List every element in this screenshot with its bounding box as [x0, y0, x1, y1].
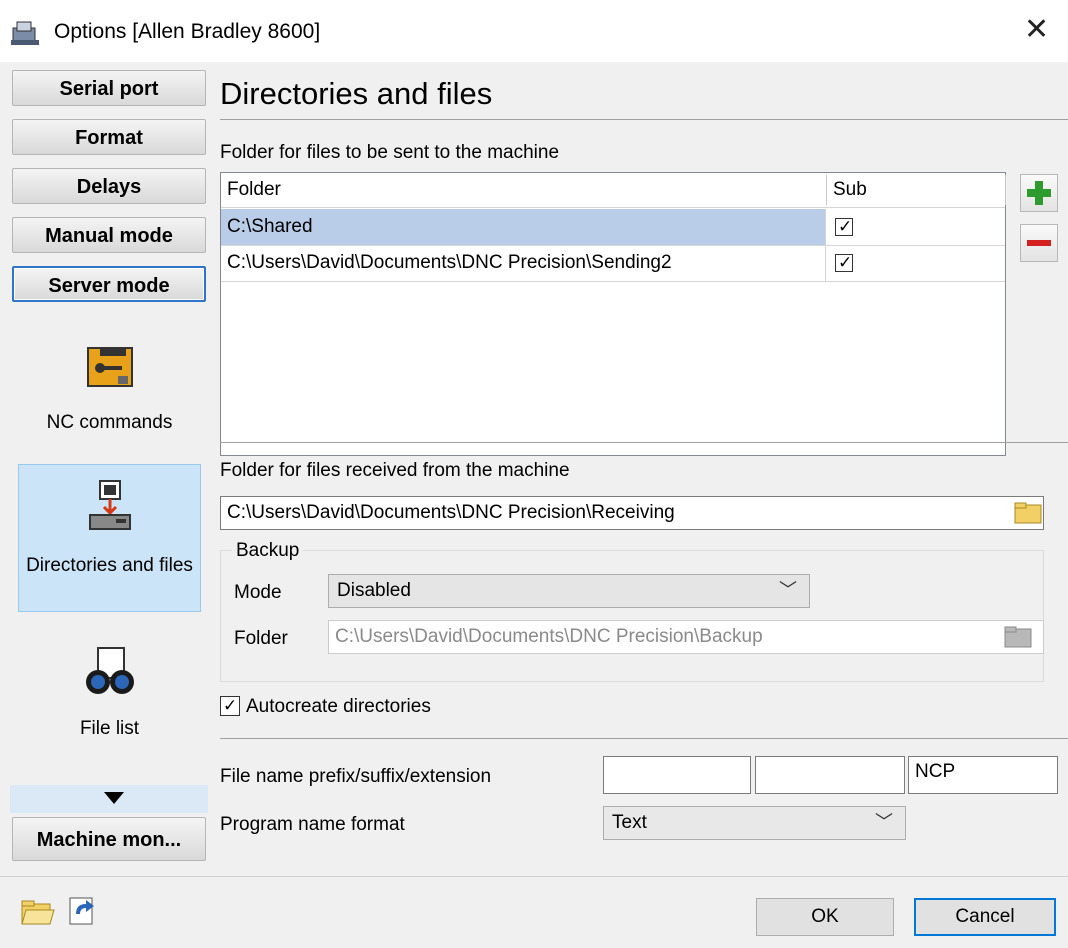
grid-header: Folder Sub: [221, 173, 1006, 208]
backup-legend: Backup: [232, 540, 304, 562]
sidebar-manual-mode-button[interactable]: Manual mode: [12, 217, 206, 253]
column-divider: [826, 175, 827, 205]
chevron-down-icon: ﹀: [875, 812, 893, 832]
tile-label: NC commands: [46, 412, 173, 433]
folder-cell[interactable]: C:\Shared: [221, 209, 826, 245]
window-title: Options [Allen Bradley 8600]: [54, 20, 321, 43]
prefix-input[interactable]: [603, 756, 751, 794]
folder-cell[interactable]: C:\Users\David\Documents\DNC Precision\S…: [221, 245, 826, 281]
column-divider: [1005, 175, 1006, 205]
suffix-input[interactable]: [755, 756, 905, 794]
receive-folder-label: Folder for files received from the machi…: [220, 460, 570, 481]
sidebar-serial-port-button[interactable]: Serial port: [12, 70, 206, 106]
sidebar-server-mode-button[interactable]: Server mode: [12, 266, 206, 302]
tile-label: Directories and files: [26, 555, 193, 576]
export-settings-button[interactable]: [62, 892, 100, 930]
divider: [220, 738, 1068, 739]
browse-backup-folder-icon: [1004, 626, 1032, 648]
table-row[interactable]: C:\Users\David\Documents\DNC Precision\S…: [221, 245, 1005, 282]
program-name-value: Text: [612, 812, 647, 833]
page-title: Directories and files: [220, 76, 493, 111]
open-settings-button[interactable]: [18, 892, 56, 930]
checkmark-icon: ✓: [223, 696, 238, 715]
minus-icon: [1027, 240, 1051, 246]
nc-commands-icon: [86, 347, 133, 387]
directories-icon: [88, 480, 131, 530]
program-name-select[interactable]: Text ﹀: [603, 806, 906, 840]
backup-folder-input: C:\Users\David\Documents\DNC Precision\B…: [328, 620, 1044, 654]
file-list-icon: [85, 647, 134, 694]
divider: [0, 876, 1068, 877]
add-folder-button[interactable]: [1020, 174, 1058, 212]
export-icon: [69, 897, 94, 925]
sidebar-format-button[interactable]: Format: [12, 119, 206, 155]
down-arrow-icon: [104, 792, 124, 804]
send-folders-grid[interactable]: Folder Sub C:\Shared ✓ C:\Users\David\Do…: [220, 172, 1006, 456]
sub-checkbox[interactable]: ✓: [835, 254, 853, 272]
program-name-label: Program name format: [220, 814, 405, 835]
sub-checkbox[interactable]: ✓: [835, 218, 853, 236]
column-header-folder[interactable]: Folder: [227, 179, 281, 201]
receive-folder-input[interactable]: C:\Users\David\Documents\DNC Precision\R…: [220, 496, 1044, 530]
autocreate-checkbox[interactable]: ✓: [220, 696, 240, 716]
checkmark-icon: ✓: [838, 253, 853, 272]
autocreate-label: Autocreate directories: [246, 696, 431, 717]
backup-groupbox: [220, 550, 1044, 682]
plus-icon: [1027, 181, 1051, 205]
backup-folder-label: Folder: [234, 628, 288, 649]
sidebar-tile-directories[interactable]: Directories and files: [18, 464, 201, 612]
extension-input[interactable]: NCP: [908, 756, 1058, 794]
send-folder-label: Folder for files to be sent to the machi…: [220, 142, 560, 163]
column-header-sub[interactable]: Sub: [833, 179, 867, 201]
divider: [220, 119, 1068, 120]
divider: [220, 442, 1068, 443]
app-icon: [11, 21, 39, 45]
prefix-label: File name prefix/suffix/extension: [220, 766, 492, 787]
cancel-button[interactable]: Cancel: [914, 898, 1056, 936]
sidebar-tile-nc-commands[interactable]: NC commands: [18, 340, 201, 440]
backup-mode-select[interactable]: Disabled ﹀: [328, 574, 810, 608]
sidebar-machine-monitor-button[interactable]: Machine mon...: [12, 817, 206, 861]
table-row[interactable]: C:\Shared ✓: [221, 209, 1005, 246]
chevron-down-icon: ﹀: [779, 580, 797, 600]
checkmark-icon: ✓: [838, 217, 853, 236]
browse-folder-icon[interactable]: [1014, 501, 1042, 525]
close-icon[interactable]: ✕: [1024, 12, 1049, 47]
backup-mode-label: Mode: [234, 582, 282, 603]
sidebar-tile-file-list[interactable]: File list: [18, 644, 201, 744]
open-folder-icon: [21, 900, 55, 925]
ok-button[interactable]: OK: [756, 898, 894, 936]
backup-mode-value: Disabled: [337, 580, 411, 601]
sidebar-delays-button[interactable]: Delays: [12, 168, 206, 204]
remove-folder-button[interactable]: [1020, 224, 1058, 262]
tile-label: File list: [79, 718, 140, 739]
